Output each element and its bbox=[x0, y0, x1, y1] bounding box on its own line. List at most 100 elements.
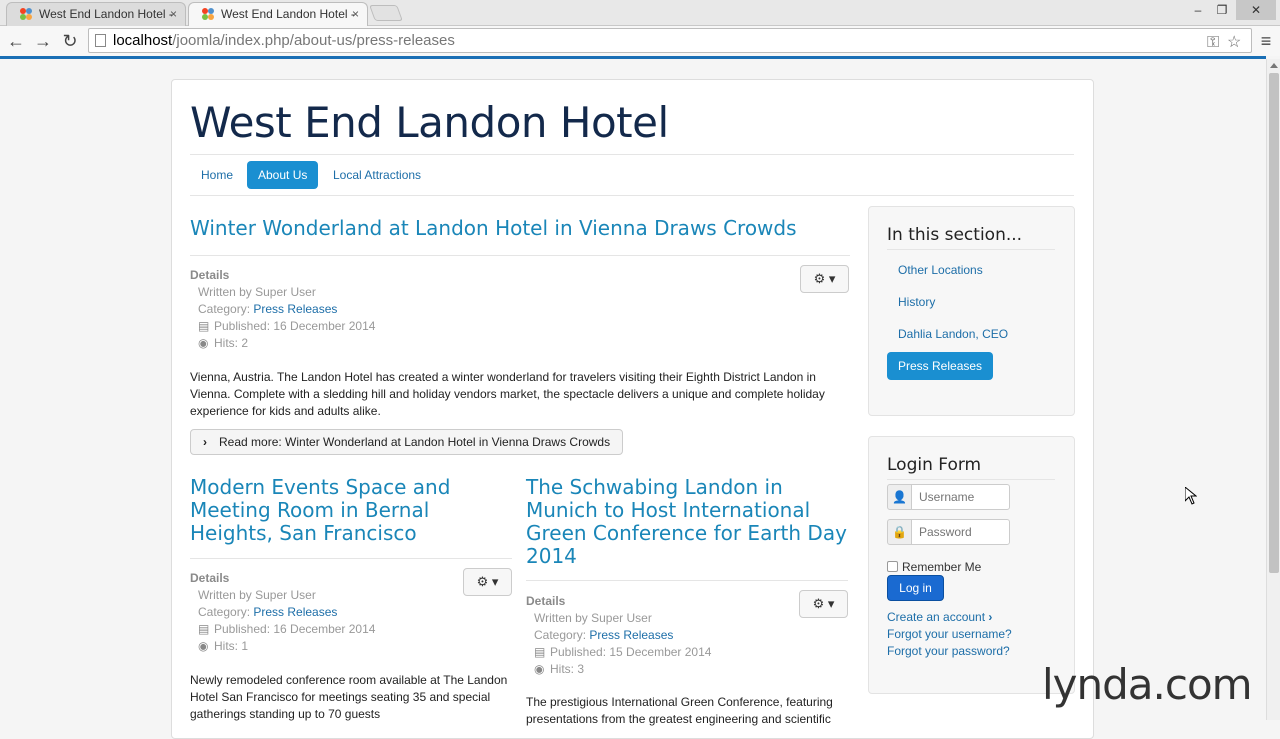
browser-tab-title: West End Landon Hotel - bbox=[39, 7, 173, 21]
address-bar[interactable]: localhost/joomla/index.php/about-us/pres… bbox=[88, 28, 1252, 53]
details-label: Details bbox=[526, 594, 566, 608]
sidebar-item-other-locations[interactable]: Other Locations bbox=[887, 256, 994, 284]
category-prefix: Category: bbox=[198, 302, 254, 316]
category-link[interactable]: Press Releases bbox=[253, 302, 337, 316]
browser-toolbar: ← → ↻ localhost/joomla/index.php/about-u… bbox=[0, 26, 1280, 56]
category-prefix: Category: bbox=[534, 628, 590, 642]
article-details: Details Written by Super User Category: … bbox=[190, 570, 375, 655]
tab-close-icon[interactable]: × bbox=[352, 3, 359, 25]
article-tools-button[interactable]: ⚙ ▾ bbox=[800, 265, 849, 293]
star-icon[interactable]: ☆ bbox=[1227, 31, 1241, 54]
eye-icon: ◉ bbox=[198, 336, 209, 350]
joomla-favicon-icon bbox=[202, 8, 214, 20]
nav-item-home[interactable]: Home bbox=[190, 161, 244, 189]
site-title[interactable]: West End Landon Hotel bbox=[190, 98, 669, 147]
page-container: West End Landon Hotel Home About Us Loca… bbox=[171, 79, 1094, 739]
category-link[interactable]: Press Releases bbox=[589, 628, 673, 642]
category-link[interactable]: Press Releases bbox=[253, 605, 337, 619]
browser-tab-1[interactable]: West End Landon Hotel - × bbox=[6, 2, 186, 26]
article-details: Details Written by Super User Category: … bbox=[190, 267, 375, 352]
site-top-bar bbox=[0, 56, 1266, 59]
chevron-right-icon: › bbox=[203, 435, 207, 449]
nav-item-local-attractions[interactable]: Local Attractions bbox=[322, 161, 432, 189]
read-more-button[interactable]: › Read more: Winter Wonderland at Landon… bbox=[190, 429, 624, 455]
sidebar-item-history[interactable]: History bbox=[887, 288, 946, 316]
login-button[interactable]: Log in bbox=[887, 575, 944, 601]
joomla-favicon-icon bbox=[20, 8, 32, 20]
article-tools-button[interactable]: ⚙ ▾ bbox=[463, 568, 512, 596]
maximize-icon[interactable]: ❐ bbox=[1212, 0, 1232, 20]
divider bbox=[887, 479, 1055, 480]
eye-icon: ◉ bbox=[198, 639, 209, 653]
password-group: 🔒 bbox=[887, 519, 1010, 545]
divider bbox=[526, 580, 848, 581]
article-title[interactable]: Winter Wonderland at Landon Hotel in Vie… bbox=[190, 217, 850, 240]
close-window-icon[interactable]: ✕ bbox=[1236, 0, 1276, 20]
mouse-cursor-icon bbox=[1185, 487, 1197, 505]
create-account-label: Create an account bbox=[887, 610, 986, 624]
read-more-label: Read more: Winter Wonderland at Landon H… bbox=[219, 435, 611, 449]
key-icon[interactable]: ⚿ bbox=[1207, 31, 1219, 54]
new-tab-button[interactable] bbox=[369, 5, 403, 21]
lynda-watermark: lynda.com bbox=[1042, 660, 1253, 709]
username-group: 👤 bbox=[887, 484, 1010, 510]
reload-icon[interactable]: ↻ bbox=[59, 30, 81, 52]
remember-me-row[interactable]: Remember Me bbox=[887, 559, 981, 575]
chevron-right-icon: › bbox=[988, 610, 993, 624]
scroll-up-icon[interactable] bbox=[1270, 63, 1278, 68]
written-by: Written by Super User bbox=[198, 588, 316, 602]
hits-count: Hits: 2 bbox=[214, 336, 249, 350]
divider bbox=[190, 154, 1074, 155]
eye-icon: ◉ bbox=[534, 662, 545, 676]
browser-tab-bar: West End Landon Hotel - × West End Lando… bbox=[0, 0, 1280, 26]
url-host: localhost bbox=[113, 32, 173, 49]
calendar-icon: ▤ bbox=[198, 622, 210, 636]
scroll-thumb[interactable] bbox=[1269, 73, 1279, 573]
menu-icon[interactable]: ≡ bbox=[1255, 30, 1277, 52]
article-title[interactable]: Modern Events Space and Meeting Room in … bbox=[190, 476, 512, 545]
browser-tab-2[interactable]: West End Landon Hotel - × bbox=[188, 2, 368, 26]
details-label: Details bbox=[190, 571, 230, 585]
article-body: Newly remodeled conference room availabl… bbox=[190, 673, 508, 721]
article-details: Details Written by Super User Category: … bbox=[526, 593, 711, 678]
divider bbox=[190, 195, 1074, 196]
password-input[interactable] bbox=[911, 519, 1010, 545]
back-icon[interactable]: ← bbox=[5, 30, 27, 52]
create-account-link[interactable]: Create an account › bbox=[887, 609, 992, 626]
username-input[interactable] bbox=[911, 484, 1010, 510]
remember-me-checkbox[interactable] bbox=[887, 561, 898, 572]
written-by: Written by Super User bbox=[534, 611, 652, 625]
browser-tab-title: West End Landon Hotel - bbox=[221, 7, 355, 21]
article-body: The prestigious International Green Conf… bbox=[526, 695, 833, 726]
published-date: Published: 16 December 2014 bbox=[214, 319, 376, 333]
article-title[interactable]: The Schwabing Landon in Munich to Host I… bbox=[526, 476, 848, 568]
gear-icon: ⚙ ▾ bbox=[813, 271, 836, 286]
article-body: Vienna, Austria. The Landon Hotel has cr… bbox=[190, 370, 825, 418]
url-path: /joomla/index.php/about-us/press-release… bbox=[172, 32, 455, 49]
forward-icon[interactable]: → bbox=[32, 30, 54, 52]
calendar-icon: ▤ bbox=[534, 645, 546, 659]
tab-close-icon[interactable]: × bbox=[170, 3, 177, 25]
forgot-username-link[interactable]: Forgot your username? bbox=[887, 626, 1012, 643]
remember-me-label: Remember Me bbox=[902, 560, 982, 574]
page-icon bbox=[95, 34, 106, 47]
gear-icon: ⚙ ▾ bbox=[812, 596, 835, 611]
minimize-icon[interactable]: ‒ bbox=[1188, 0, 1208, 20]
divider bbox=[190, 255, 850, 256]
section-title: In this section... bbox=[887, 225, 1023, 245]
divider bbox=[190, 558, 512, 559]
written-by: Written by Super User bbox=[198, 285, 316, 299]
nav-item-about-us[interactable]: About Us bbox=[247, 161, 319, 189]
gear-icon: ⚙ ▾ bbox=[476, 574, 499, 589]
lock-icon: 🔒 bbox=[887, 519, 912, 545]
published-date: Published: 15 December 2014 bbox=[550, 645, 712, 659]
category-prefix: Category: bbox=[198, 605, 254, 619]
sidebar-item-press-releases[interactable]: Press Releases bbox=[887, 352, 994, 380]
article-tools-button[interactable]: ⚙ ▾ bbox=[799, 590, 848, 618]
forgot-password-link[interactable]: Forgot your password? bbox=[887, 643, 1010, 660]
sidebar-item-dahlia-landon[interactable]: Dahlia Landon, CEO bbox=[887, 320, 1019, 348]
login-panel: Login Form 👤 🔒 Remember Me Log in Create… bbox=[868, 436, 1075, 694]
hits-count: Hits: 1 bbox=[214, 639, 249, 653]
hits-count: Hits: 3 bbox=[550, 662, 585, 676]
scrollbar[interactable] bbox=[1266, 59, 1280, 720]
